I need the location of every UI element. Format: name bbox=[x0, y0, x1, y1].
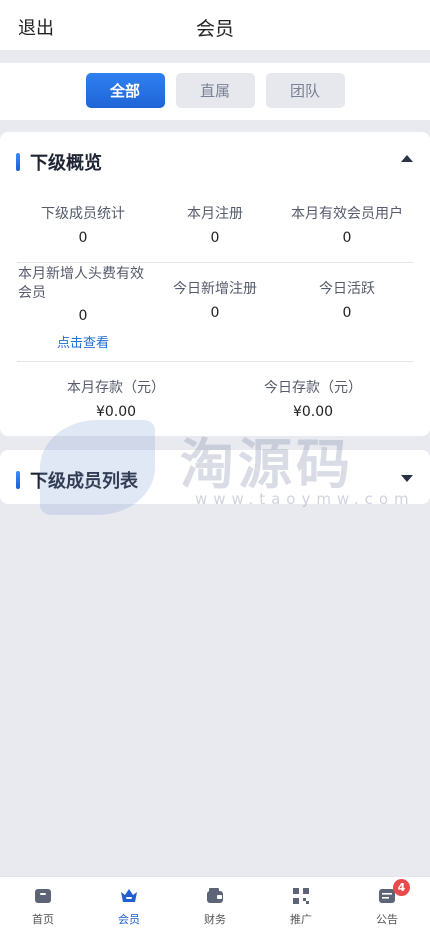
title-accent-bar bbox=[16, 471, 20, 489]
tabbar-label: 公告 bbox=[376, 913, 398, 926]
divider bbox=[17, 262, 413, 263]
tabbar-label: 财务 bbox=[204, 913, 226, 926]
stat-label: 本月新增人头费有效会员 bbox=[18, 266, 144, 301]
home-icon bbox=[35, 889, 51, 903]
stat-label: 今日活跃 bbox=[319, 281, 375, 297]
member-list-title: 下级成员列表 bbox=[16, 467, 138, 493]
crown-icon bbox=[121, 889, 137, 902]
stat-value: 0 bbox=[342, 305, 352, 321]
stat-label: 本月存款（元） bbox=[67, 380, 165, 396]
tabbar-item-promote[interactable]: 推广 bbox=[258, 877, 344, 932]
tabbar-item-home[interactable]: 首页 bbox=[0, 877, 86, 932]
tabbar-label: 首页 bbox=[32, 913, 54, 926]
tabbar-item-announcement[interactable]: 4 公告 bbox=[344, 877, 430, 932]
stat-label: 今日存款（元） bbox=[264, 380, 362, 396]
wallet-icon bbox=[207, 888, 223, 903]
expand-caret-icon[interactable] bbox=[401, 475, 413, 482]
qr-code-icon bbox=[293, 888, 309, 904]
title-accent-bar bbox=[16, 153, 20, 171]
stat-value: 0 bbox=[78, 230, 88, 246]
stat-today-register: 今日新增注册 0 bbox=[145, 278, 285, 321]
stat-value: 0 bbox=[342, 230, 352, 246]
stat-label: 本月有效会员用户 bbox=[291, 206, 403, 222]
filter-tabs: 全部 直属 团队 bbox=[0, 63, 430, 120]
page-title: 会员 bbox=[195, 18, 234, 40]
stat-today-active: 今日活跃 0 bbox=[277, 278, 417, 321]
stat-value: 0 bbox=[210, 305, 220, 321]
stat-label: 今日新增注册 bbox=[173, 281, 257, 297]
stat-value: 0 bbox=[78, 308, 88, 324]
member-list-title-text: 下级成员列表 bbox=[30, 471, 138, 492]
bottom-tabbar: 首页 会员 财务 推广 4 公告 bbox=[0, 876, 430, 932]
member-list-card[interactable]: 下级成员列表 bbox=[0, 450, 430, 504]
stat-month-deposit: 本月存款（元） ¥0.00 bbox=[16, 377, 216, 420]
overview-title: 下级概览 bbox=[16, 149, 102, 175]
notification-badge: 4 bbox=[393, 879, 410, 896]
stat-label: 本月注册 bbox=[187, 206, 243, 222]
tab-all[interactable]: 全部 bbox=[85, 73, 165, 108]
stat-value: ¥0.00 bbox=[292, 404, 334, 420]
stat-value: ¥0.00 bbox=[95, 404, 137, 420]
collapse-caret-icon[interactable] bbox=[401, 155, 413, 162]
stat-month-register: 本月注册 0 bbox=[145, 203, 285, 246]
view-details-link[interactable]: 点击查看 bbox=[18, 332, 148, 351]
tab-team[interactable]: 团队 bbox=[265, 73, 345, 108]
stat-label: 下级成员统计 bbox=[41, 206, 125, 222]
stat-today-deposit: 今日存款（元） ¥0.00 bbox=[213, 377, 413, 420]
top-header: 退出 会员 bbox=[0, 0, 430, 50]
tabbar-label: 推广 bbox=[290, 913, 312, 926]
tab-direct[interactable]: 直属 bbox=[175, 73, 255, 108]
tabbar-label: 会员 bbox=[118, 913, 140, 926]
overview-title-text: 下级概览 bbox=[30, 153, 102, 174]
stat-subordinate-count: 下级成员统计 0 bbox=[13, 203, 153, 246]
tabbar-item-finance[interactable]: 财务 bbox=[172, 877, 258, 932]
stat-month-new-valid: 本月新增人头费有效会员 0 点击查看 bbox=[18, 265, 148, 351]
stat-value: 0 bbox=[210, 230, 220, 246]
tabbar-item-member[interactable]: 会员 bbox=[86, 877, 172, 932]
stat-month-valid-members: 本月有效会员用户 0 bbox=[277, 203, 417, 246]
divider bbox=[17, 361, 413, 362]
